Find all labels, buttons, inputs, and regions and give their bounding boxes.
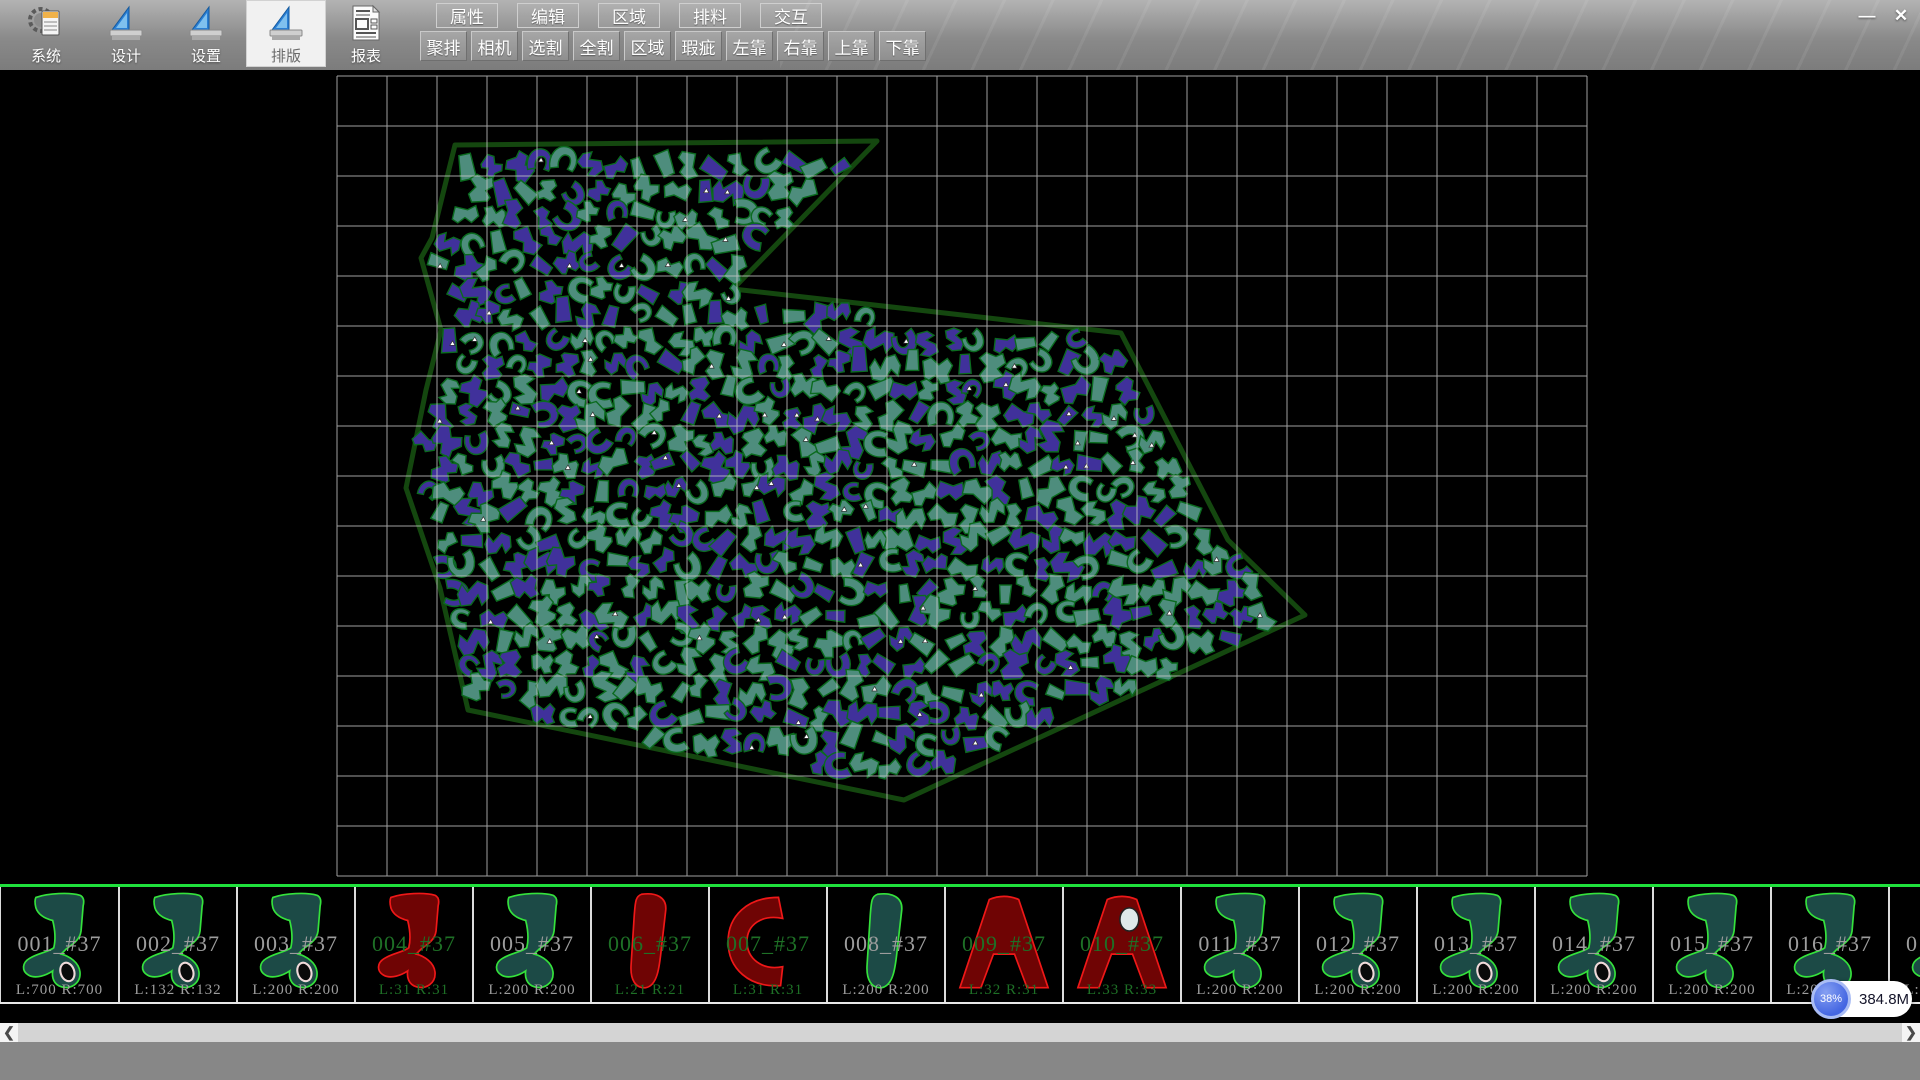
- piece-lr-count: L:21 R:21: [592, 982, 708, 999]
- piece-thumbnail-13[interactable]: 013_#37 L:200 R:200: [1416, 887, 1534, 1002]
- piece-thumbnail-12[interactable]: 012_#37 L:200 R:200: [1298, 887, 1416, 1002]
- menu-button-3[interactable]: 区域: [598, 3, 660, 28]
- main-tab-2[interactable]: 设计: [86, 0, 166, 67]
- main-tab-label: 设置: [191, 45, 221, 66]
- piece-lr-count: L:700 R:700: [1, 982, 118, 999]
- piece-id: 003_#37: [238, 931, 354, 957]
- piece-id: 017_#37: [1890, 931, 1920, 957]
- tool-button-5[interactable]: 区域: [624, 31, 671, 61]
- gear-icon: [26, 3, 66, 43]
- piece-thumbnail-14[interactable]: 014_#37 L:200 R:200: [1534, 887, 1652, 1002]
- piece-id: 009_#37: [946, 931, 1062, 957]
- piece-thumbnail-8[interactable]: 008_#37 L:200 R:200: [826, 887, 944, 1002]
- main-tab-label: 设计: [111, 45, 141, 66]
- piece-thumbnail-10[interactable]: 010_#37 L:33 R:33: [1062, 887, 1180, 1002]
- piece-lr-count: L:200 R:200: [1654, 982, 1770, 999]
- main-tab-4[interactable]: 排版: [246, 0, 326, 67]
- piece-lr-count: L:31 R:31: [710, 982, 826, 999]
- horizontal-scrollbar[interactable]: ❮ ❯: [0, 1023, 1920, 1042]
- main-tab-3[interactable]: 设置: [166, 0, 246, 67]
- piece-id: 012_#37: [1300, 931, 1416, 957]
- main-tab-label: 报表: [351, 45, 381, 66]
- menu-button-4[interactable]: 排料: [679, 3, 741, 28]
- toolbar-texture: [780, 0, 1920, 70]
- toolbar: 系统设计设置排版报表 属性编辑区域排料交互 聚排相机选割全割区域瑕疵左靠右靠上靠…: [0, 0, 1920, 71]
- main-tab-label: 排版: [271, 45, 301, 66]
- app-window: 系统设计设置排版报表 属性编辑区域排料交互 聚排相机选割全割区域瑕疵左靠右靠上靠…: [0, 0, 1920, 1080]
- ruler-icon: [266, 3, 306, 43]
- report-icon: [346, 3, 386, 43]
- status-bar: [0, 1042, 1920, 1080]
- tool-button-8[interactable]: 右靠: [777, 31, 824, 61]
- piece-id: 014_#37: [1536, 931, 1652, 957]
- menu-row-secondary: 聚排相机选割全割区域瑕疵左靠右靠上靠下靠: [420, 31, 930, 61]
- piece-thumbnail-5[interactable]: 005_#37 L:200 R:200: [472, 887, 590, 1002]
- piece-lr-count: L:200 R:200: [238, 982, 354, 999]
- ruler-icon: [186, 3, 226, 43]
- menu-button-1[interactable]: 属性: [436, 3, 498, 28]
- progress-circle: 38%: [1811, 979, 1851, 1019]
- piece-lr-count: L:200 R:200: [1536, 982, 1652, 999]
- piece-id: 002_#37: [120, 931, 236, 957]
- piece-id: 004_#37: [356, 931, 472, 957]
- main-tab-label: 系统: [31, 45, 61, 66]
- piece-id: 011_#37: [1182, 931, 1298, 957]
- minimize-button[interactable]: —: [1852, 3, 1882, 28]
- piece-lr-count: L:200 R:200: [1300, 982, 1416, 999]
- tool-button-1[interactable]: 聚排: [420, 31, 467, 61]
- piece-thumbnail-1[interactable]: 001_#37 L:700 R:700: [0, 887, 118, 1002]
- menu-button-5[interactable]: 交互: [760, 3, 822, 28]
- piece-id: 015_#37: [1654, 931, 1770, 957]
- piece-id: 005_#37: [474, 931, 590, 957]
- window-controls: — ✕: [1852, 3, 1916, 28]
- piece-thumbnail-4[interactable]: 004_#37 L:31 R:31: [354, 887, 472, 1002]
- piece-thumbnail-6[interactable]: 006_#37 L:21 R:21: [590, 887, 708, 1002]
- piece-thumbnail-15[interactable]: 015_#37 L:200 R:200: [1652, 887, 1770, 1002]
- piece-thumbnail-9[interactable]: 009_#37 L:32 R:31: [944, 887, 1062, 1002]
- progress-percent: 38%: [1820, 993, 1842, 1005]
- tool-button-4[interactable]: 全割: [573, 31, 620, 61]
- piece-thumbnail-3[interactable]: 003_#37 L:200 R:200: [236, 887, 354, 1002]
- tool-button-2[interactable]: 相机: [471, 31, 518, 61]
- menu-button-2[interactable]: 编辑: [517, 3, 579, 28]
- tool-button-10[interactable]: 下靠: [879, 31, 926, 61]
- piece-id: 007_#37: [710, 931, 826, 957]
- scroll-left-button[interactable]: ❮: [0, 1023, 18, 1042]
- memory-value: 384.8M: [1859, 991, 1909, 1008]
- nesting-canvas-svg: [0, 70, 1920, 884]
- piece-thumbnail-7[interactable]: 007_#37 L:31 R:31: [708, 887, 826, 1002]
- piece-id: 016_#37: [1772, 931, 1888, 957]
- piece-lr-count: L:200 R:200: [474, 982, 590, 999]
- main-tab-5[interactable]: 报表: [326, 0, 406, 67]
- nesting-canvas[interactable]: [0, 70, 1920, 884]
- main-tab-1[interactable]: 系统: [6, 0, 86, 67]
- ruler-icon: [106, 3, 146, 43]
- scroll-right-button[interactable]: ❯: [1902, 1023, 1920, 1042]
- tool-button-3[interactable]: 选割: [522, 31, 569, 61]
- piece-thumbnail-11[interactable]: 011_#37 L:200 R:200: [1180, 887, 1298, 1002]
- piece-id: 010_#37: [1064, 931, 1180, 957]
- piece-lr-count: L:200 R:200: [1418, 982, 1534, 999]
- memory-usage-badge: 38% 384.8M: [1813, 981, 1912, 1017]
- close-button[interactable]: ✕: [1886, 3, 1916, 28]
- piece-id: 001_#37: [1, 931, 118, 957]
- piece-thumbnail-2[interactable]: 002_#37 L:132 R:132: [118, 887, 236, 1002]
- menu-row-primary: 属性编辑区域排料交互: [436, 3, 841, 28]
- piece-id: 008_#37: [828, 931, 944, 957]
- piece-lr-count: L:200 R:200: [1182, 982, 1298, 999]
- piece-lr-count: L:32 R:31: [946, 982, 1062, 999]
- piece-lr-count: L:132 R:132: [120, 982, 236, 999]
- main-icon-bar: 系统 设计 设置 排版 报表: [6, 0, 406, 70]
- piece-thumbnail-strip: 001_#37L:700 R:700002_#37L:132 R:132003_…: [0, 884, 1920, 1004]
- piece-lr-count: L:31 R:31: [356, 982, 472, 999]
- tool-button-7[interactable]: 左靠: [726, 31, 773, 61]
- tool-button-6[interactable]: 瑕疵: [675, 31, 722, 61]
- piece-lr-count: L:33 R:33: [1064, 982, 1180, 999]
- piece-lr-count: L:200 R:200: [828, 982, 944, 999]
- piece-id: 013_#37: [1418, 931, 1534, 957]
- tool-button-9[interactable]: 上靠: [828, 31, 875, 61]
- piece-id: 006_#37: [592, 931, 708, 957]
